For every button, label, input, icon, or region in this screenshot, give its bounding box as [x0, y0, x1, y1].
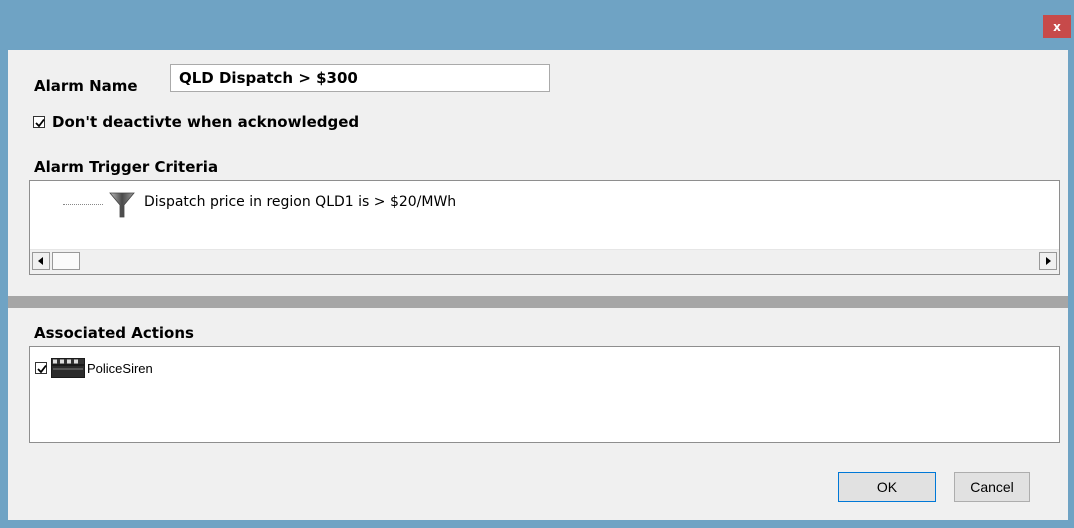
funnel-icon	[109, 192, 135, 218]
checkmark-icon	[35, 118, 45, 128]
action-label: PoliceSiren	[87, 360, 153, 376]
alarm-name-label: Alarm Name	[34, 77, 138, 95]
criteria-heading: Alarm Trigger Criteria	[34, 158, 219, 176]
title-bar: x	[0, 0, 1074, 50]
criteria-tree[interactable]: Dispatch price in region QLD1 is > $20/M…	[29, 180, 1060, 275]
arrow-left-icon	[38, 257, 43, 265]
ok-button[interactable]: OK	[838, 472, 936, 502]
cancel-button[interactable]: Cancel	[954, 472, 1030, 502]
actions-list[interactable]: PoliceSiren	[29, 346, 1060, 443]
dont-deactivate-checkbox[interactable]	[33, 116, 45, 128]
policesiren-checkbox[interactable]	[35, 362, 47, 374]
close-button[interactable]: x	[1043, 15, 1071, 38]
close-icon: x	[1053, 19, 1061, 34]
dialog-body: Alarm Name QLD Dispatch > $300 Don't dea…	[8, 50, 1068, 520]
list-item[interactable]: PoliceSiren	[35, 358, 153, 378]
arrow-right-icon	[1046, 257, 1051, 265]
checkmark-icon	[37, 364, 47, 374]
dont-deactivate-label: Don't deactivte when acknowledged	[52, 113, 360, 131]
splitter-bar[interactable]	[8, 296, 1068, 308]
scroll-left-button[interactable]	[32, 252, 50, 270]
scroll-right-button[interactable]	[1039, 252, 1057, 270]
clapperboard-icon	[51, 358, 85, 378]
alarm-name-input[interactable]: QLD Dispatch > $300	[170, 64, 550, 92]
actions-heading: Associated Actions	[34, 324, 194, 342]
horizontal-scrollbar[interactable]	[30, 249, 1059, 274]
tree-connector	[63, 204, 103, 205]
criteria-item[interactable]: Dispatch price in region QLD1 is > $20/M…	[144, 194, 456, 210]
scroll-thumb[interactable]	[52, 252, 80, 270]
